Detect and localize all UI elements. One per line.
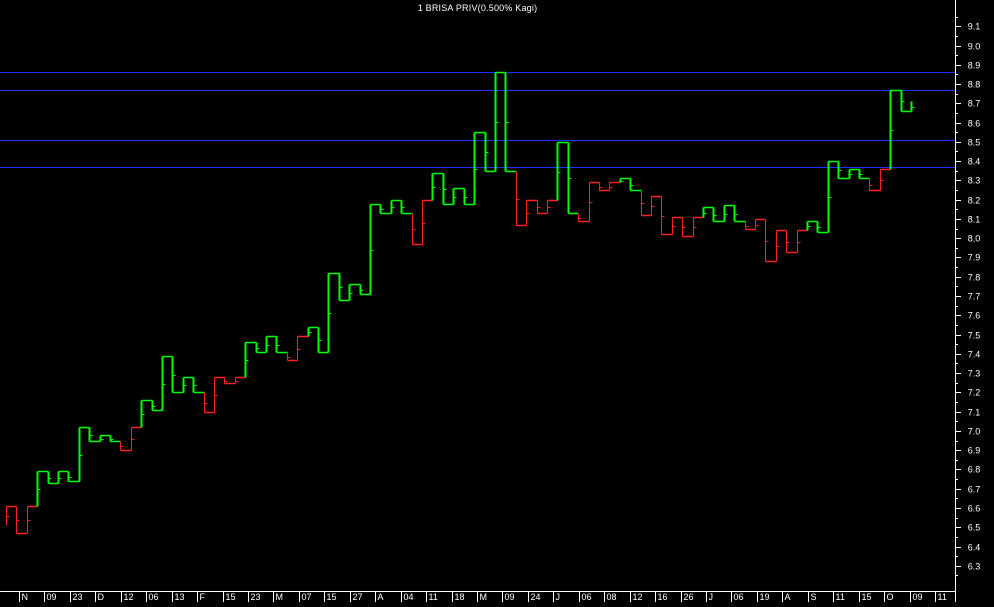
kagi-chart: 1 BRISA PRIV(0.500% Kagi) 6.3 6.4 6.5 6.6 6.…: [0, 0, 994, 602]
x-tick-label: 18: [455, 592, 465, 602]
x-tick-label: A: [378, 592, 384, 602]
y-tick-label: 8.1: [968, 215, 981, 225]
x-tick-label: 11: [938, 592, 947, 602]
y-tick-label: 7.7: [968, 292, 981, 302]
y-tick-label: 8.3: [968, 176, 981, 186]
x-axis: N 09 23 D 12 06 13 F 15 23 M 07 15 27 A 04 11 18 M 09 24 J 06 0…: [0, 591, 955, 602]
x-tick-label: J: [709, 592, 714, 602]
y-tick-label: 7.6: [968, 311, 981, 321]
x-tick-label: 11: [429, 592, 438, 602]
x-tick-label: 09: [913, 592, 923, 602]
chart-title: 1 BRISA PRIV(0.500% Kagi): [417, 3, 538, 13]
x-tick-label: 23: [251, 592, 261, 602]
x-tick-label: 15: [327, 592, 337, 602]
x-tick-label: 06: [582, 592, 592, 602]
y-tick-label: 7.2: [968, 388, 981, 398]
x-tick-label: 09: [47, 592, 57, 602]
x-tick-label: 26: [684, 592, 694, 602]
horizontal-reference-lines: [0, 72, 955, 168]
y-tick-label: 6.6: [968, 504, 981, 514]
x-tick-label: M: [276, 592, 284, 602]
x-tick-label: 15: [226, 592, 236, 602]
y-tick-label: 8.6: [968, 119, 981, 129]
y-tick-label: 8.9: [968, 61, 981, 71]
x-tick-label: D: [98, 592, 105, 602]
x-tick-label: 09: [505, 592, 515, 602]
y-tick-label: 7.4: [968, 350, 981, 360]
x-tick-label: M: [480, 592, 488, 602]
x-tick-label: 07: [302, 592, 312, 602]
x-tick-label: 04: [404, 592, 414, 602]
x-tick-label: N: [22, 592, 29, 602]
y-tick-label: 9.1: [968, 22, 981, 32]
y-tick-label: 7.0: [968, 427, 981, 437]
y-axis: 6.3 6.4 6.5 6.6 6.7 6.8 6.9 7.0 7.1 7.2 7.3 7.4 7.5 7…: [955, 0, 980, 602]
kagi-line: [6, 71, 915, 535]
y-tick-label: 8.4: [968, 157, 981, 167]
x-tick-label: 06: [149, 592, 159, 602]
y-tick-label: 7.5: [968, 331, 981, 341]
x-tick-label: O: [887, 592, 894, 602]
x-tick-label: J: [556, 592, 561, 602]
x-tick-label: 27: [353, 592, 363, 602]
y-tick-label: 8.7: [968, 99, 981, 109]
x-tick-label: 08: [607, 592, 617, 602]
x-tick-label: F: [200, 592, 206, 602]
x-tick-label: 23: [73, 592, 83, 602]
y-tick-label: 8.2: [968, 196, 981, 206]
x-tick-label: S: [811, 592, 817, 602]
y-tick-label: 8.0: [968, 234, 981, 244]
y-tick-label: 6.3: [968, 562, 981, 572]
y-tick-label: 7.9: [968, 253, 981, 263]
x-tick-label: 15: [862, 592, 872, 602]
x-tick-label: 11: [836, 592, 845, 602]
y-tick-label: 6.7: [968, 485, 981, 495]
y-tick-label: 6.9: [968, 446, 981, 456]
y-tick-label: 8.5: [968, 138, 981, 148]
chart-canvas: 6.3 6.4 6.5 6.6 6.7 6.8 6.9 7.0 7.1 7.2 7.3 7.4 7.5 7…: [0, 0, 980, 602]
y-tick-label: 7.1: [968, 408, 981, 418]
x-tick-label: 16: [658, 592, 668, 602]
x-tick-label: 19: [760, 592, 770, 602]
y-tick-label: 7.3: [968, 369, 981, 379]
x-tick-label: 13: [175, 592, 185, 602]
x-tick-label: A: [785, 592, 791, 602]
x-tick-label: 24: [531, 592, 541, 602]
y-tick-label: 6.4: [968, 543, 981, 553]
y-tick-label: 9.0: [968, 42, 981, 52]
y-tick-label: 7.8: [968, 273, 981, 283]
x-tick-label: 06: [734, 592, 744, 602]
y-tick-label: 8.8: [968, 80, 981, 90]
x-tick-label: 12: [633, 592, 643, 602]
y-tick-label: 6.8: [968, 465, 981, 475]
y-tick-label: 6.5: [968, 523, 981, 533]
x-tick-label: 12: [124, 592, 134, 602]
